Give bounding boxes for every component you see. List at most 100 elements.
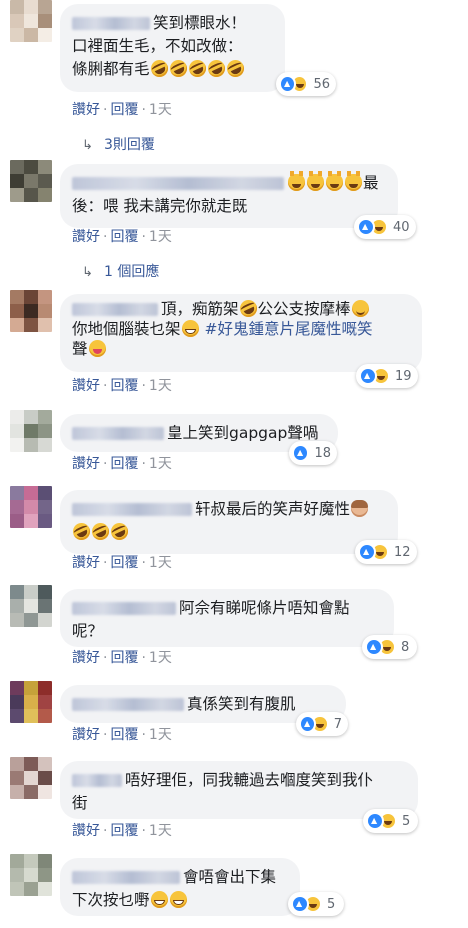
avatar-pixel (38, 304, 52, 318)
avatar-pixel (24, 28, 38, 42)
timestamp[interactable]: 1天 (149, 456, 172, 472)
avatar-pixel (24, 290, 38, 304)
avatar-pixel (38, 500, 52, 514)
avatar-pixel (10, 424, 24, 438)
comment-text: 條脷都有毛 (72, 60, 150, 78)
like-link[interactable]: 讚好 (72, 650, 100, 666)
like-link[interactable]: 讚好 (72, 727, 100, 743)
reaction-count: 5 (327, 896, 336, 912)
like-link[interactable]: 讚好 (72, 229, 100, 245)
reply-link[interactable]: 回覆 (110, 555, 138, 571)
like-reaction-icon (358, 543, 376, 561)
rofl-emoji-icon (70, 520, 93, 543)
avatar[interactable] (10, 486, 52, 528)
reply-link[interactable]: 回覆 (110, 102, 138, 118)
comment-text: 最 (363, 174, 379, 192)
comment-text: 會唔會出下集 (183, 868, 277, 886)
avatar[interactable] (10, 681, 52, 723)
like-link[interactable]: 讚好 (72, 456, 100, 472)
blurred-username[interactable] (72, 871, 180, 884)
avatar-pixel (24, 14, 38, 28)
blurred-username[interactable] (72, 303, 158, 316)
reaction-summary[interactable]: 40 (354, 215, 416, 239)
rofl-emoji-icon (89, 520, 112, 543)
reaction-summary[interactable]: 5 (288, 892, 344, 916)
laughing-cat-emoji-icon (345, 171, 362, 191)
avatar-pixel (38, 882, 52, 896)
avatar-pixel (24, 160, 38, 174)
like-link[interactable]: 讚好 (72, 378, 100, 394)
comment-bubble: 笑到標眼水！ 口裡面生毛，不如改做： 條脷都有毛 (60, 4, 285, 92)
avatar-pixel (38, 486, 52, 500)
avatar[interactable] (10, 757, 52, 799)
timestamp[interactable]: 1天 (149, 555, 172, 571)
avatar-pixel (38, 28, 52, 42)
grin-emoji-icon (169, 891, 187, 908)
avatar[interactable] (10, 160, 52, 202)
avatar-pixel (10, 318, 24, 332)
avatar[interactable] (10, 854, 52, 896)
avatar-pixel (24, 709, 38, 723)
like-link[interactable]: 讚好 (72, 823, 100, 839)
rofl-emoji-icon (147, 57, 171, 80)
laughing-cat-emoji-icon (288, 171, 305, 191)
avatar[interactable] (10, 290, 52, 332)
avatar-pixel (24, 695, 38, 709)
like-link[interactable]: 讚好 (72, 555, 100, 571)
reaction-summary[interactable]: 19 (356, 364, 418, 388)
blurred-username[interactable] (72, 427, 164, 440)
blurred-username[interactable] (72, 177, 284, 190)
comment-text: 阿佘有睇呢條片唔知會點 (179, 599, 350, 617)
avatar-pixel (24, 486, 38, 500)
comment-bubble: 頂，痴筋架 公公支按摩棒 你地個腦裝乜架 #好鬼鍾意片尾魔性嘅笑 聲 (60, 294, 422, 372)
reply-link[interactable]: 回覆 (110, 229, 138, 245)
reaction-summary[interactable]: 12 (355, 540, 417, 564)
blurred-username[interactable] (72, 17, 150, 30)
reaction-summary[interactable]: 56 (276, 72, 336, 96)
comment-text: 真係笑到有腹肌 (187, 695, 296, 713)
reaction-count: 56 (313, 76, 330, 92)
timestamp[interactable]: 1天 (149, 378, 172, 394)
blurred-username[interactable] (72, 698, 184, 711)
avatar-pixel (10, 757, 24, 771)
avatar-pixel (38, 410, 52, 424)
reaction-count: 18 (314, 445, 331, 461)
avatar-pixel (24, 514, 38, 528)
view-replies-link[interactable]: ↳ 1 個回應 (82, 263, 159, 282)
rofl-emoji-icon (204, 57, 228, 80)
avatar-pixel (38, 438, 52, 452)
avatar-pixel (24, 304, 38, 318)
reply-link[interactable]: 回覆 (110, 650, 138, 666)
timestamp[interactable]: 1天 (149, 727, 172, 743)
like-reaction-icon (292, 444, 310, 462)
comment-actions: 讚好 · 回覆 · 1天 (72, 455, 172, 473)
timestamp[interactable]: 1天 (149, 823, 172, 839)
hashtag-link[interactable]: #好鬼鍾意片尾魔性嘅笑 (204, 320, 372, 338)
reply-link[interactable]: 回覆 (110, 378, 138, 394)
timestamp[interactable]: 1天 (149, 102, 172, 118)
like-link[interactable]: 讚好 (72, 102, 100, 118)
blurred-username[interactable] (72, 503, 192, 516)
blurred-username[interactable] (72, 774, 122, 787)
reaction-summary[interactable]: 7 (296, 712, 348, 736)
separator-dot: · (103, 378, 108, 394)
reply-link[interactable]: 回覆 (110, 823, 138, 839)
comment-bubble: 最 後：喂 我未講完你就走既 (60, 164, 398, 228)
reaction-summary[interactable]: 5 (363, 809, 418, 833)
avatar[interactable] (10, 585, 52, 627)
avatar[interactable] (10, 410, 52, 452)
reaction-summary[interactable]: 18 (289, 441, 337, 465)
view-replies-link[interactable]: ↳ 3則回覆 (82, 136, 155, 155)
reaction-summary[interactable]: 8 (362, 635, 417, 659)
timestamp[interactable]: 1天 (149, 229, 172, 245)
timestamp[interactable]: 1天 (149, 650, 172, 666)
reply-link[interactable]: 回覆 (110, 727, 138, 743)
like-reaction-icon (357, 218, 375, 236)
separator-dot: · (103, 555, 108, 571)
reply-link[interactable]: 回覆 (110, 456, 138, 472)
avatar[interactable] (10, 0, 52, 42)
avatar-pixel (24, 868, 38, 882)
blurred-username[interactable] (72, 602, 176, 615)
avatar-pixel (38, 514, 52, 528)
avatar-pixel (24, 613, 38, 627)
